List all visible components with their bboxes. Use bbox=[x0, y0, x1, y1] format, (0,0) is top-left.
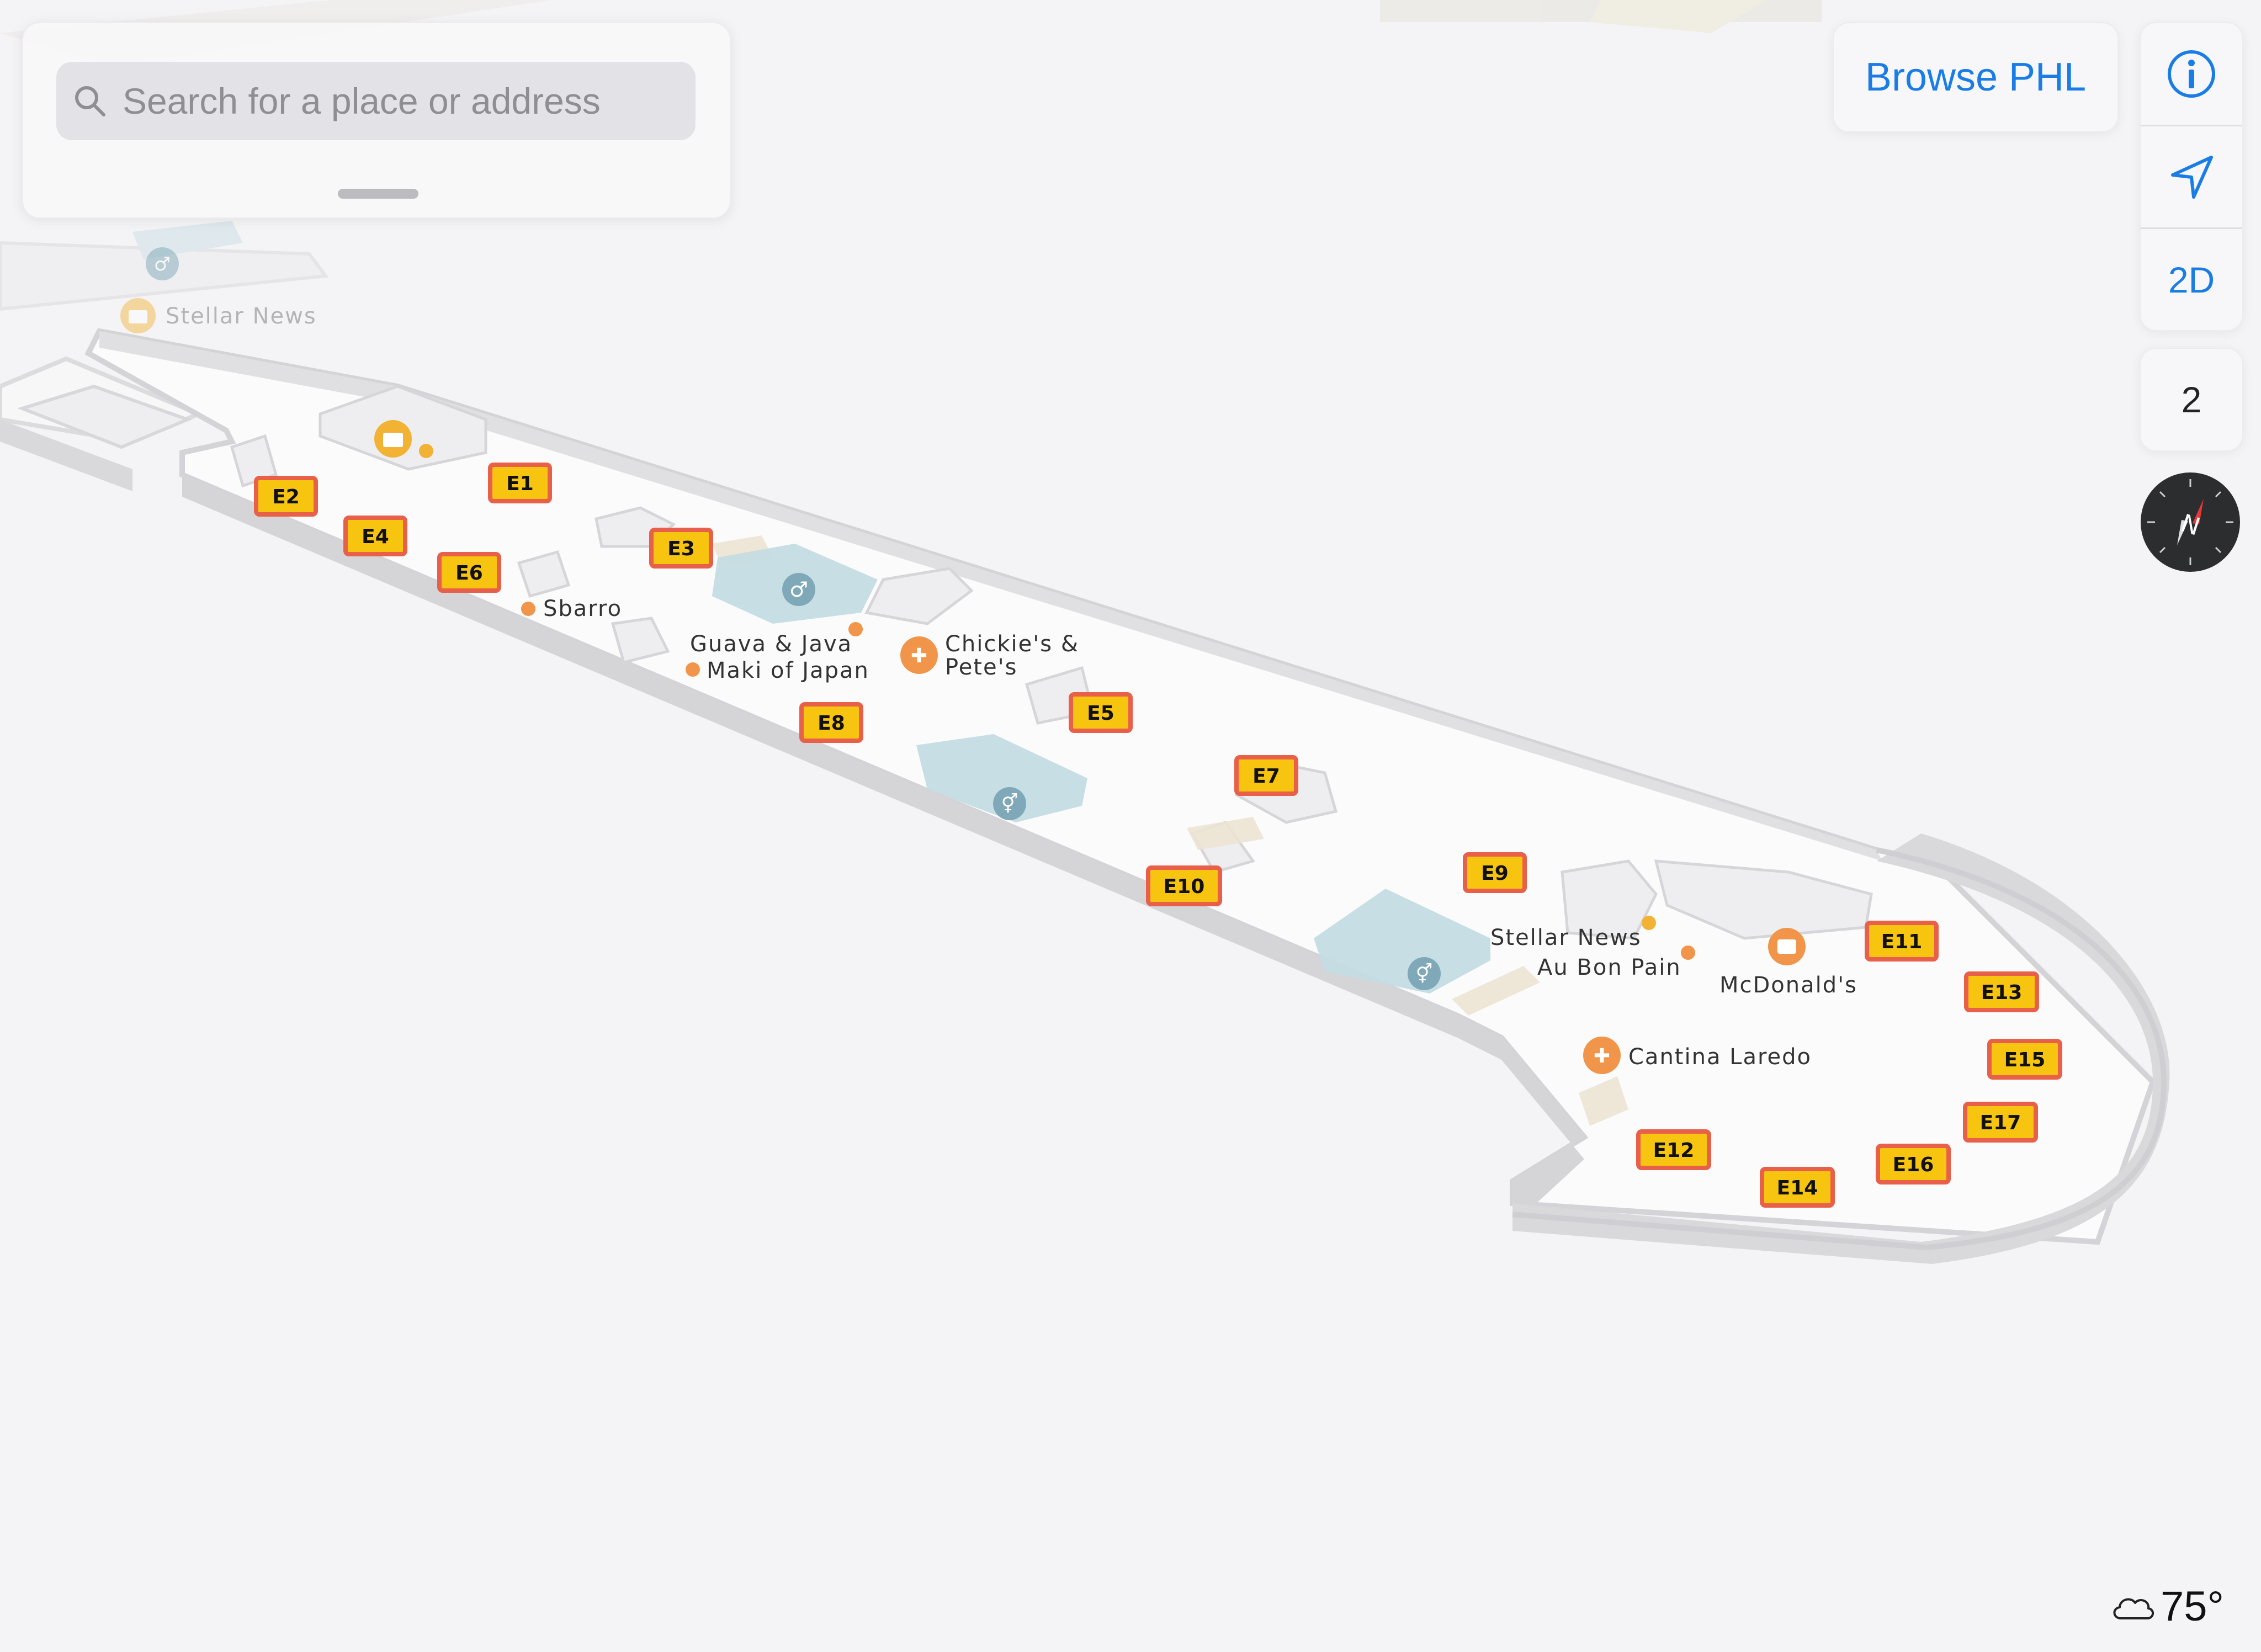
cloud-icon bbox=[2113, 1598, 2154, 1619]
poi-label-stellar-news-faded: Stellar News bbox=[166, 304, 317, 329]
temperature-label: 75° bbox=[2161, 1582, 2224, 1630]
poi-label-au-bon-pain[interactable]: Au Bon Pain bbox=[1537, 955, 1681, 980]
location-arrow-icon bbox=[2171, 156, 2213, 199]
restroom-icon[interactable]: ⚥ bbox=[1408, 957, 1441, 990]
info-button[interactable] bbox=[2141, 23, 2242, 125]
poi-dot[interactable] bbox=[1681, 945, 1695, 960]
gate-label: E4 bbox=[362, 525, 389, 548]
gate-label: E3 bbox=[667, 538, 695, 560]
gate-badge[interactable]: E11 bbox=[1865, 921, 1939, 962]
poi-label-chickies-line1[interactable]: Chickie's & bbox=[945, 631, 1079, 657]
concourse-floor bbox=[84, 328, 2170, 1264]
poi-label-guava-java[interactable]: Guava & Java bbox=[690, 631, 852, 657]
fast-food-icon[interactable] bbox=[1768, 928, 1806, 965]
poi-dot[interactable] bbox=[521, 602, 535, 616]
shopping-bag-icon[interactable] bbox=[374, 420, 412, 458]
gate-label: E7 bbox=[1252, 765, 1280, 788]
current-location-button[interactable] bbox=[2141, 126, 2242, 228]
gate-badge[interactable]: E12 bbox=[1636, 1129, 1711, 1170]
gate-label: E2 bbox=[272, 486, 300, 508]
gate-badge[interactable]: E4 bbox=[343, 516, 407, 556]
gate-label: E8 bbox=[818, 712, 845, 735]
info-icon bbox=[2168, 50, 2215, 98]
restroom-icon[interactable]: ⚥ bbox=[993, 787, 1026, 820]
gate-badge[interactable]: E2 bbox=[254, 476, 318, 517]
gate-label: E13 bbox=[1981, 981, 2023, 1004]
shopping-bag-icon bbox=[120, 298, 156, 333]
svg-text:✚: ✚ bbox=[911, 645, 927, 667]
poi-label-chickies-line2[interactable]: Pete's bbox=[945, 655, 1017, 680]
gate-badge[interactable]: E10 bbox=[1146, 865, 1222, 906]
gate-label: E5 bbox=[1087, 702, 1114, 725]
gate-badge[interactable]: E14 bbox=[1760, 1167, 1835, 1208]
gate-badge[interactable]: E3 bbox=[649, 528, 713, 569]
map-controls: 2D bbox=[2140, 22, 2243, 331]
gate-badge[interactable]: E9 bbox=[1463, 852, 1527, 893]
gate-label: E17 bbox=[1980, 1112, 2021, 1134]
svg-text:⚥: ⚥ bbox=[1416, 963, 1433, 985]
gate-label: E1 bbox=[506, 472, 534, 495]
gate-badge[interactable]: E16 bbox=[1876, 1144, 1951, 1184]
search-icon bbox=[75, 86, 105, 116]
gate-badge[interactable]: E17 bbox=[1963, 1102, 2038, 1143]
gate-label: E11 bbox=[1881, 931, 1923, 953]
terminal-map[interactable]: ♂ ⚥ ⚥ ♂ Stellar News Sbarro Guava & Java… bbox=[0, 0, 2261, 1652]
gate-badge[interactable]: E15 bbox=[1987, 1039, 2062, 1080]
floor-selector-button[interactable]: 2 bbox=[2140, 348, 2243, 451]
restroom-icon[interactable]: ♂ bbox=[782, 573, 815, 606]
gate-label: E10 bbox=[1164, 875, 1205, 898]
sheet-grabber-handle[interactable] bbox=[338, 189, 418, 199]
svg-text:♂: ♂ bbox=[789, 577, 808, 602]
poi-dot[interactable] bbox=[419, 444, 433, 458]
gate-badge[interactable]: E13 bbox=[1964, 971, 2039, 1012]
poi-label-cantina-laredo[interactable]: Cantina Laredo bbox=[1628, 1044, 1812, 1070]
poi-dot[interactable] bbox=[1642, 916, 1656, 930]
gate-badge[interactable]: E8 bbox=[799, 702, 863, 743]
restaurant-icon[interactable]: ✚ bbox=[1583, 1037, 1621, 1074]
svg-text:✚: ✚ bbox=[1594, 1045, 1610, 1067]
gate-badge[interactable]: E1 bbox=[488, 463, 552, 503]
gate-label: E15 bbox=[2004, 1049, 2046, 1071]
svg-text:♂: ♂ bbox=[154, 253, 171, 275]
compass-icon[interactable]: N bbox=[2140, 471, 2241, 573]
gate-label: E14 bbox=[1777, 1177, 1818, 1199]
poi-label-stellar-news[interactable]: Stellar News bbox=[1490, 925, 1642, 950]
browse-airport-button[interactable]: Browse PHL bbox=[1833, 22, 2119, 132]
view-mode-2d-button[interactable]: 2D bbox=[2141, 229, 2242, 330]
weather-indicator: 75° bbox=[2109, 1579, 2241, 1634]
search-card: Search for a place or address bbox=[22, 22, 731, 219]
restroom-icon: ♂ bbox=[146, 247, 179, 280]
gate-badge[interactable]: E6 bbox=[437, 552, 501, 593]
search-input[interactable]: Search for a place or address bbox=[56, 62, 696, 140]
gate-badge[interactable]: E7 bbox=[1234, 755, 1298, 796]
poi-label-mcdonalds[interactable]: McDonald's bbox=[1719, 973, 1857, 998]
gate-badge[interactable]: E5 bbox=[1069, 692, 1133, 733]
gate-label: E16 bbox=[1893, 1154, 1934, 1176]
gate-label: E6 bbox=[455, 562, 483, 585]
restaurant-icon[interactable]: ✚ bbox=[900, 636, 938, 674]
poi-label-sbarro[interactable]: Sbarro bbox=[543, 596, 622, 622]
poi-dot[interactable] bbox=[686, 662, 700, 677]
svg-text:⚥: ⚥ bbox=[1001, 793, 1018, 815]
gate-label: E12 bbox=[1653, 1139, 1695, 1162]
poi-label-maki-of-japan[interactable]: Maki of Japan bbox=[707, 658, 869, 683]
gate-label: E9 bbox=[1481, 862, 1509, 885]
search-placeholder: Search for a place or address bbox=[123, 81, 601, 121]
